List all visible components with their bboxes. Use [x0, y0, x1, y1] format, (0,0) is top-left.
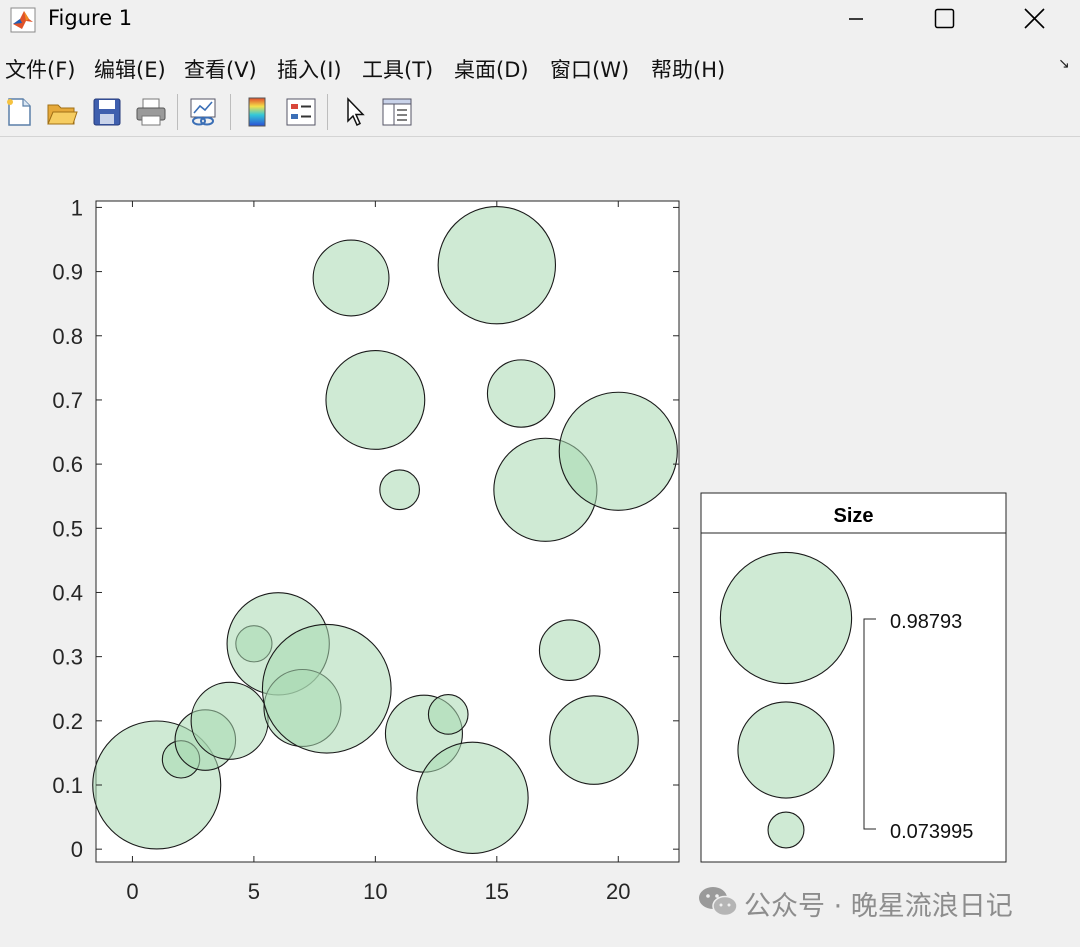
- bubble-9[interactable]: [312, 239, 390, 317]
- matlab-icon: [10, 7, 36, 33]
- x-tick-label: 10: [363, 879, 387, 904]
- property-inspector-icon[interactable]: [380, 95, 414, 129]
- bubble-15[interactable]: [437, 205, 557, 325]
- undock-arrow-icon[interactable]: ↘: [1058, 56, 1070, 72]
- y-tick-label: 0.3: [52, 645, 83, 670]
- menu-view[interactable]: 查看(V): [184, 54, 257, 84]
- y-tick-label: 0: [71, 837, 83, 862]
- select-pointer-icon[interactable]: [338, 95, 372, 129]
- size-legend-bubble: [767, 811, 805, 849]
- watermark-text: 公众号 · 晚星流浪日记: [744, 891, 1013, 922]
- toolbar-separator: [177, 94, 178, 130]
- y-tick-label: 0.6: [52, 452, 83, 477]
- bubble-10[interactable]: [325, 350, 426, 450]
- toolbar-separator: [230, 94, 231, 130]
- new-figure-icon[interactable]: [2, 95, 36, 129]
- open-file-icon[interactable]: [45, 95, 79, 129]
- bubble-14[interactable]: [416, 741, 529, 854]
- x-tick-label: 15: [485, 879, 509, 904]
- save-icon[interactable]: [90, 95, 124, 129]
- bubble-16[interactable]: [486, 359, 556, 428]
- y-tick-label: 0.2: [52, 709, 83, 734]
- figure-canvas: 0 5 10 15 20 0 0.1 0.2 0.3 0.4 0.5 0.6 0.7 0.8 0.9 1 Si…: [0, 137, 1080, 943]
- maximize-button[interactable]: [901, 0, 987, 40]
- legend-icon[interactable]: [284, 95, 318, 129]
- menu-edit[interactable]: 编辑(E): [94, 54, 166, 84]
- wechat-icon: [699, 887, 738, 917]
- menu-desktop[interactable]: 桌面(D): [454, 54, 529, 84]
- size-legend-max-label: 0.98793: [890, 611, 962, 633]
- y-tick-label: 0.8: [52, 324, 83, 349]
- y-tick-label: 0.1: [52, 773, 83, 798]
- menu-window[interactable]: 窗口(W): [550, 54, 629, 84]
- size-legend-min-label: 0.073995: [890, 821, 973, 843]
- menu-bar: 文件(F) 编辑(E) 查看(V) 插入(I) 工具(T) 桌面(D) 窗口(W…: [0, 50, 1080, 86]
- toolbar-separator: [327, 94, 328, 130]
- y-tick-label: 0.7: [52, 388, 83, 413]
- maximize-icon: [934, 8, 955, 29]
- link-plot-icon[interactable]: [186, 95, 220, 129]
- x-tick-label: 5: [248, 879, 260, 904]
- close-icon: [1024, 8, 1045, 29]
- minimize-button[interactable]: [815, 0, 901, 40]
- toolbar: [0, 90, 1080, 137]
- bubble-11[interactable]: [379, 469, 420, 511]
- bubble-8[interactable]: [261, 623, 392, 754]
- y-tick-label: 0.4: [52, 580, 83, 605]
- colorbar-icon[interactable]: [240, 95, 274, 129]
- window-title: Figure 1: [48, 6, 133, 30]
- size-legend-bubble: [719, 551, 853, 685]
- minimize-icon: [849, 18, 863, 20]
- size-legend-bubble: [737, 701, 835, 799]
- size-legend-box: [700, 492, 1007, 863]
- size-legend: Size 0.98793 0.073995: [700, 492, 1007, 863]
- size-legend-title: Size: [833, 505, 873, 527]
- y-tick-label: 1: [71, 195, 83, 220]
- bubble-20[interactable]: [558, 391, 678, 511]
- menu-tools[interactable]: 工具(T): [362, 54, 433, 84]
- print-icon[interactable]: [134, 95, 168, 129]
- menu-file[interactable]: 文件(F): [5, 54, 75, 84]
- bubble-18[interactable]: [538, 619, 601, 682]
- menu-insert[interactable]: 插入(I): [277, 54, 342, 84]
- bubble-4[interactable]: [190, 681, 269, 760]
- menu-help[interactable]: 帮助(H): [651, 54, 725, 84]
- bubble-chart[interactable]: 0 5 10 15 20 0 0.1 0.2 0.3 0.4 0.5 0.6 0.7 0.8 0.9 1 Si…: [0, 137, 1080, 943]
- x-tick-label: 20: [606, 879, 630, 904]
- y-tick-label: 0.9: [52, 260, 83, 285]
- bubble-13[interactable]: [427, 694, 469, 735]
- bubble-19[interactable]: [549, 695, 639, 785]
- close-button[interactable]: [990, 0, 1076, 40]
- title-bar: Figure 1: [0, 0, 1080, 40]
- y-tick-label: 0.5: [52, 516, 83, 541]
- x-tick-label: 0: [126, 879, 138, 904]
